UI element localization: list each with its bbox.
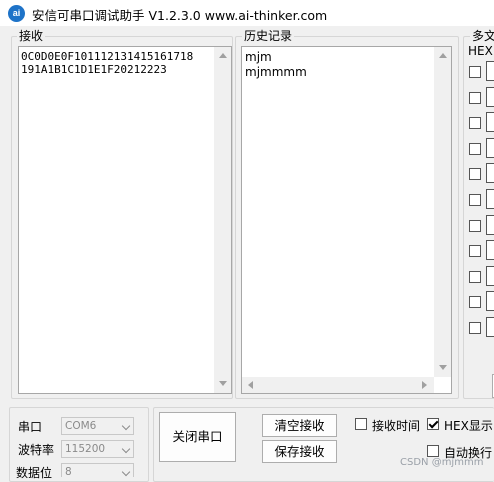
multi-string-input[interactable] bbox=[486, 214, 494, 235]
port-select-value: COM6 bbox=[65, 420, 97, 432]
multi-string-input[interactable] bbox=[486, 86, 494, 107]
auto-newline-checkbox[interactable] bbox=[427, 445, 439, 457]
multi-string-input[interactable] bbox=[486, 317, 494, 337]
multi-hex-checkbox[interactable] bbox=[469, 296, 481, 309]
baud-label: 波特率 bbox=[18, 443, 55, 457]
baud-select[interactable]: 115200 bbox=[61, 440, 134, 458]
history-legend: 历史记录 bbox=[242, 29, 295, 43]
port-select[interactable]: COM6 bbox=[61, 417, 134, 435]
multi-hex-checkbox[interactable] bbox=[469, 142, 481, 155]
multi-string-legend: 多文 bbox=[470, 29, 494, 43]
multi-hex-checkbox[interactable] bbox=[469, 219, 481, 232]
chevron-down-icon bbox=[121, 444, 131, 454]
title-bar: ai 安信可串口调试助手 V1.2.3.0 www.ai-thinker.com bbox=[0, 0, 494, 26]
databits-label: 数据位 bbox=[16, 466, 53, 480]
port-label: 串口 bbox=[18, 420, 43, 434]
recv-time-checkbox[interactable] bbox=[355, 418, 367, 430]
history-hscrollbar[interactable] bbox=[242, 377, 434, 393]
app-logo-icon: ai bbox=[8, 5, 25, 22]
scroll-up-icon[interactable] bbox=[439, 53, 447, 58]
scroll-right-icon[interactable] bbox=[422, 381, 427, 389]
multi-string-input[interactable] bbox=[486, 112, 494, 133]
multi-hex-checkbox[interactable] bbox=[469, 245, 481, 258]
receive-legend: 接收 bbox=[17, 29, 46, 43]
chevron-down-icon bbox=[121, 467, 131, 477]
databits-select-value: 8 bbox=[65, 466, 72, 478]
multi-string-input[interactable] bbox=[486, 163, 494, 184]
history-item[interactable]: mjmmmm bbox=[245, 65, 307, 79]
scroll-left-icon[interactable] bbox=[248, 381, 253, 389]
multi-string-input[interactable] bbox=[486, 240, 494, 261]
scroll-down-icon[interactable] bbox=[219, 381, 227, 386]
close-port-button[interactable]: 关闭串口 bbox=[159, 412, 236, 462]
multi-hex-checkbox[interactable] bbox=[469, 270, 481, 283]
receive-line: 191A1B1C1D1E1F20212223 bbox=[21, 63, 167, 76]
multi-hex-checkbox[interactable] bbox=[469, 322, 481, 334]
history-list[interactable]: mjm mjmmmm bbox=[241, 46, 452, 394]
watermark: CSDN @mjmmm bbox=[400, 457, 484, 468]
multi-hex-checkbox[interactable] bbox=[469, 66, 481, 78]
scroll-down-icon[interactable] bbox=[439, 365, 447, 370]
multi-string-input[interactable] bbox=[486, 137, 494, 158]
multi-hex-checkbox[interactable] bbox=[469, 194, 481, 206]
recv-time-label[interactable]: 接收时间 bbox=[372, 417, 420, 434]
clear-receive-button[interactable]: 清空接收 bbox=[262, 414, 337, 437]
multi-hex-header: HEX bbox=[468, 44, 493, 58]
hex-display-checkbox[interactable] bbox=[427, 418, 439, 430]
window-title: 安信可串口调试助手 V1.2.3.0 www.ai-thinker.com bbox=[32, 8, 328, 23]
hex-display-label[interactable]: HEX显示 bbox=[444, 417, 493, 434]
multi-string-input[interactable] bbox=[486, 61, 494, 81]
multi-hex-checkbox[interactable] bbox=[469, 168, 481, 181]
save-receive-button[interactable]: 保存接收 bbox=[262, 440, 337, 463]
receive-line: 0C0D0E0F101112131415161718 bbox=[21, 50, 194, 63]
history-item[interactable]: mjm bbox=[245, 50, 272, 64]
scroll-up-icon[interactable] bbox=[219, 53, 227, 58]
history-vscrollbar[interactable] bbox=[434, 47, 451, 377]
chevron-down-icon bbox=[121, 421, 131, 431]
multi-string-input[interactable] bbox=[486, 265, 494, 286]
receive-textarea[interactable]: 0C0D0E0F101112131415161718 191A1B1C1D1E1… bbox=[18, 46, 232, 394]
multi-string-input[interactable] bbox=[486, 291, 494, 312]
multi-hex-checkbox[interactable] bbox=[469, 91, 481, 104]
multi-hex-checkbox[interactable] bbox=[469, 117, 481, 130]
databits-select[interactable]: 8 bbox=[61, 463, 134, 478]
multi-string-input[interactable] bbox=[486, 189, 494, 209]
baud-select-value: 115200 bbox=[65, 443, 106, 455]
receive-scrollbar[interactable] bbox=[214, 47, 231, 393]
